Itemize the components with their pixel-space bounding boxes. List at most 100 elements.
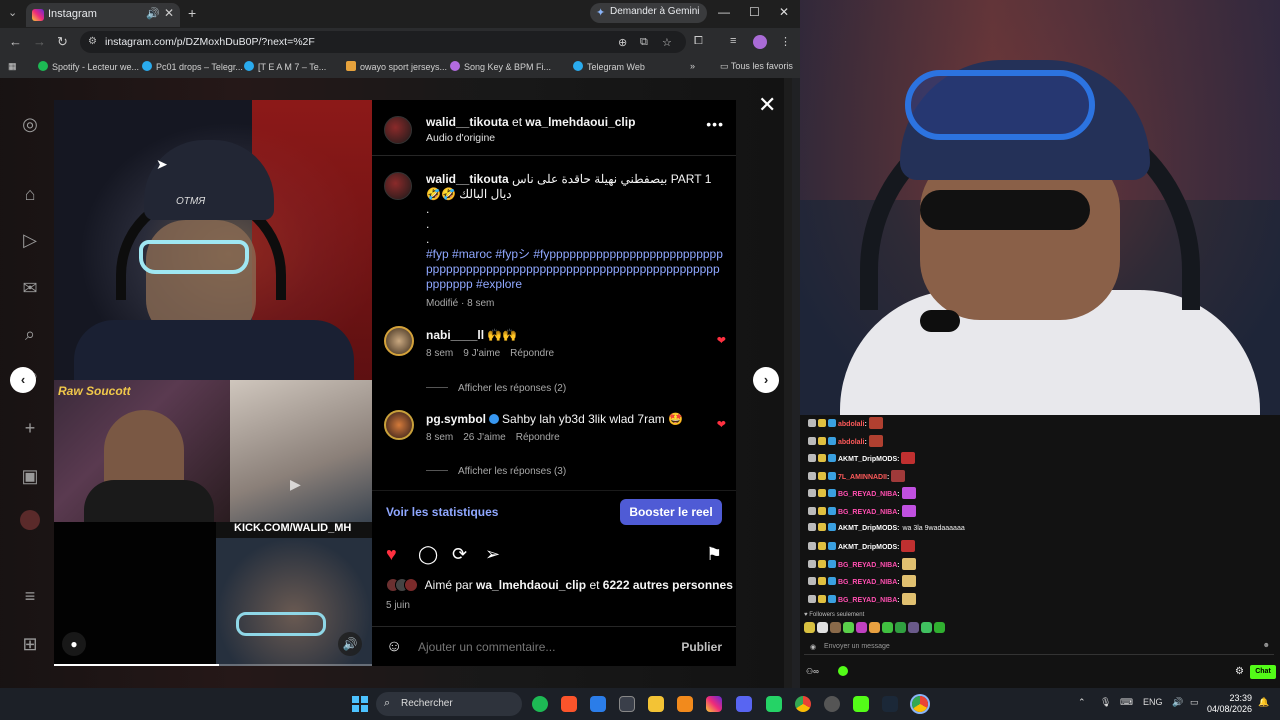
mic-icon[interactable]: 🎙	[1100, 697, 1111, 708]
previous-post-button[interactable]: ‹	[10, 367, 36, 393]
next-post-button[interactable]: ›	[753, 367, 779, 393]
new-tab-button[interactable]: +	[188, 5, 196, 21]
emote-icon[interactable]	[934, 622, 945, 633]
chat-username[interactable]: BG_REYAD_NIBA	[838, 579, 897, 586]
dashboard-icon[interactable]: ▣	[20, 466, 40, 486]
comment-icon[interactable]: ◯	[418, 544, 438, 565]
audio-link[interactable]: Audio d'origine	[426, 132, 495, 144]
chat-username[interactable]: BG_REYAD_NIBA	[838, 597, 897, 604]
speaker-icon[interactable]: 🔊	[146, 7, 160, 20]
profile-icon[interactable]	[20, 510, 40, 530]
save-bookmark-icon[interactable]: ⚑	[706, 544, 722, 565]
reels-icon[interactable]: ▷	[20, 230, 40, 250]
site-info-icon[interactable]: ⚙	[88, 36, 97, 47]
all-bookmarks[interactable]: ▭ Tous les favoris	[720, 61, 793, 72]
tray-overflow-icon[interactable]: ⌃	[1078, 697, 1086, 708]
commenter-name[interactable]: pg.symbol	[426, 412, 486, 426]
maximize-button[interactable]: ☐	[749, 5, 760, 19]
volume-icon[interactable]: 🔊	[338, 632, 362, 656]
chat-message-input[interactable]: ◉ Envoyer un message ☻	[804, 639, 1274, 655]
whatsapp-icon[interactable]	[766, 696, 782, 712]
minimize-button[interactable]: —	[718, 5, 730, 19]
forward-button[interactable]: →	[33, 34, 46, 49]
spotify-icon[interactable]	[532, 696, 548, 712]
emote-icon[interactable]	[869, 622, 880, 633]
chat-username[interactable]: AKMT_DripMODS	[838, 456, 897, 463]
comment-heart-icon[interactable]: ❤	[717, 418, 726, 431]
reply-button[interactable]: Répondre	[510, 348, 554, 359]
emote-icon[interactable]	[895, 622, 906, 633]
user-tags-icon[interactable]: ●	[62, 632, 86, 656]
profile-avatar[interactable]	[753, 35, 767, 49]
kick-icon[interactable]	[838, 666, 848, 676]
more-bookmarks-icon[interactable]: »	[690, 61, 695, 71]
menu-icon[interactable]: ⋮	[780, 35, 791, 48]
view-replies[interactable]: Afficher les réponses (3)	[426, 466, 566, 477]
author-link[interactable]: walid__tikouta	[426, 115, 509, 129]
bookmark-3[interactable]: [T E A M 7 – Te...	[244, 61, 326, 72]
comment-heart-icon[interactable]: ❤	[717, 334, 726, 347]
bookmark-1[interactable]: Spotify - Lecteur we...	[38, 61, 139, 72]
emote-icon[interactable]	[921, 622, 932, 633]
chat-send-button[interactable]: Chat	[1250, 665, 1276, 679]
comment-likes[interactable]: 26 J'aime	[463, 432, 506, 443]
chrome-icon[interactable]	[795, 696, 811, 712]
meta-apps-icon[interactable]: ⊞	[20, 634, 40, 654]
more-options-icon[interactable]: •••	[706, 116, 724, 132]
search-icon[interactable]: ⌕	[20, 324, 40, 344]
commenter-name[interactable]: nabi____ll	[426, 328, 484, 342]
emote-icon[interactable]	[882, 622, 893, 633]
back-button[interactable]: ←	[9, 34, 22, 49]
chat-username[interactable]: BG_REYAD_NIBA	[838, 491, 897, 498]
close-tab-icon[interactable]: ✕	[164, 6, 174, 20]
create-icon[interactable]: +	[20, 418, 40, 438]
chat-username[interactable]: 7L_AMINNADII	[838, 474, 887, 481]
extensions-icon[interactable]: ⧠	[694, 35, 703, 48]
caption-hashtags[interactable]: #fyp #maroc #fypシ #fyppppppppppppppppppp…	[426, 247, 726, 292]
tab-search-icon[interactable]: ⌄	[8, 6, 20, 20]
instagram-app-icon[interactable]	[706, 696, 722, 712]
instagram-logo-icon[interactable]: ◎	[20, 114, 40, 134]
zoom-icon[interactable]: ⊕	[618, 36, 627, 49]
steam-icon[interactable]	[882, 696, 898, 712]
vlc-icon[interactable]	[677, 696, 693, 712]
gemini-button[interactable]: ✦ Demander à Gemini	[590, 3, 708, 23]
emoji-picker-icon[interactable]: ☻	[1263, 642, 1270, 649]
page-scrollbar[interactable]	[784, 78, 792, 688]
bookmark-6[interactable]: Telegram Web	[573, 61, 645, 72]
share-icon[interactable]: ➢	[485, 544, 500, 565]
chat-username[interactable]: BG_REYAD_NIBA	[838, 562, 897, 569]
caption-user[interactable]: walid__tikouta	[426, 172, 509, 186]
notification-icon[interactable]: 🔔	[1258, 697, 1269, 708]
home-icon[interactable]: ⌂	[20, 184, 40, 204]
tab-instagram[interactable]: Instagram 🔊 ✕	[26, 3, 180, 27]
repost-icon[interactable]: ⟳	[452, 544, 467, 565]
keyboard-icon[interactable]: ⌨	[1120, 697, 1133, 708]
emote-icon[interactable]	[830, 622, 841, 633]
kick-app-icon[interactable]	[853, 696, 869, 712]
close-window-button[interactable]: ✕	[779, 5, 789, 19]
chat-username[interactable]: abdolali	[838, 421, 864, 428]
chat-username[interactable]: AKMT_DripMODS	[838, 525, 897, 532]
close-modal-icon[interactable]: ✕	[758, 92, 776, 118]
chat-points-icon[interactable]: ⚇∞	[806, 667, 819, 676]
publish-button[interactable]: Publier	[681, 640, 722, 654]
bookmark-star-icon[interactable]: ☆	[662, 36, 672, 49]
emote-icon[interactable]	[817, 622, 828, 633]
bookmark-5[interactable]: Song Key & BPM Fi...	[450, 61, 551, 72]
chat-username[interactable]: AKMT_DripMODS	[838, 544, 897, 551]
file-explorer-icon[interactable]	[648, 696, 664, 712]
start-windows-icon[interactable]	[352, 696, 368, 712]
commenter-avatar[interactable]	[384, 326, 414, 356]
apps-icon[interactable]: ▦	[8, 61, 17, 72]
more-menu-icon[interactable]: ≡	[20, 586, 40, 606]
boost-reel-button[interactable]: Booster le reel	[620, 499, 722, 525]
emote-icon[interactable]	[843, 622, 854, 633]
author-avatar[interactable]	[384, 116, 412, 144]
reload-button[interactable]: ↻	[57, 34, 68, 50]
liked-others[interactable]: 6222 autres personnes	[603, 578, 733, 592]
install-icon[interactable]: ⧉	[640, 36, 648, 49]
emote-icon[interactable]	[856, 622, 867, 633]
chat-username[interactable]: abdolali	[838, 439, 864, 446]
emote-icon[interactable]	[908, 622, 919, 633]
